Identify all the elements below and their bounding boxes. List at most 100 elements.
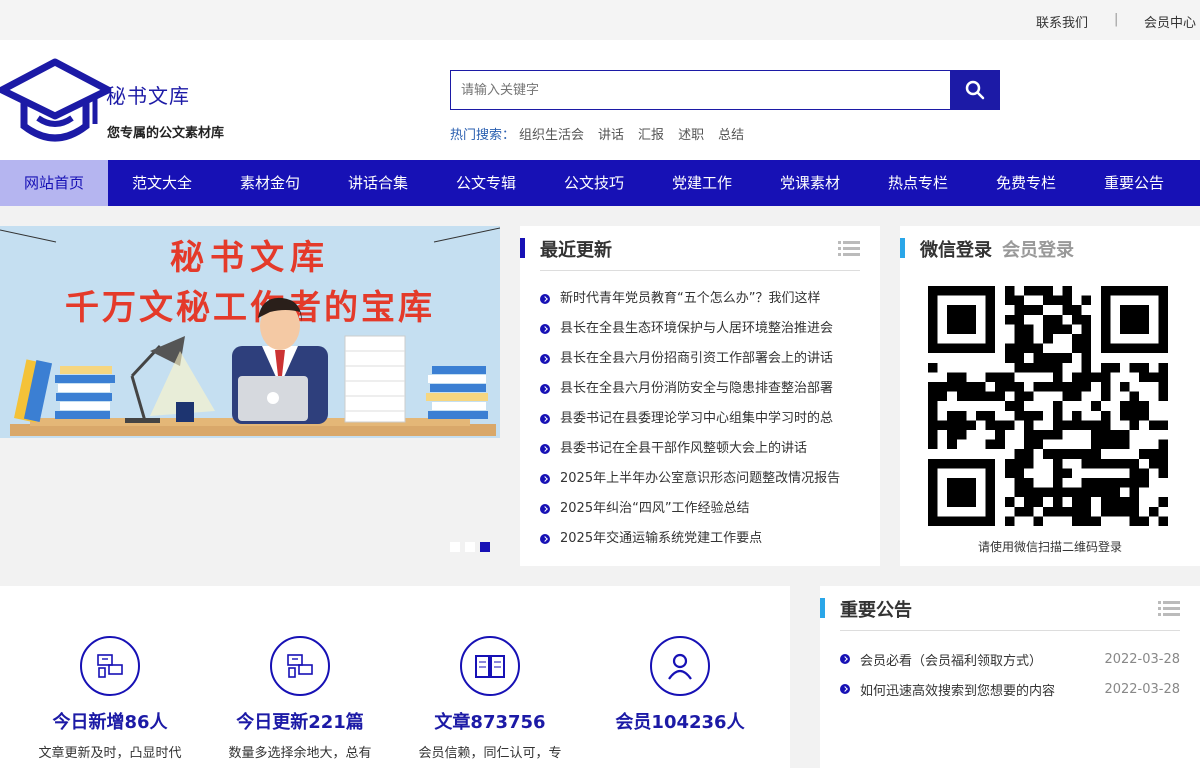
stat-desc: 数量多选择余地大，总有 bbox=[228, 746, 372, 761]
top-bar: 联系我们 | 会员中心 bbox=[0, 0, 1200, 40]
recent-updates-list: 新时代青年党员教育“五个怎么办”？我们这样 县长在全县生态环境保护与人居环境整治… bbox=[540, 284, 860, 554]
list-item-title: 县委书记在全县干部作风整顿大会上的讲话 bbox=[560, 441, 808, 456]
arrow-circle-icon bbox=[540, 474, 550, 484]
list-icon[interactable] bbox=[838, 240, 860, 262]
pager-dot[interactable] bbox=[450, 542, 460, 552]
member-center-link[interactable]: 会员中心 bbox=[1144, 12, 1196, 31]
notice-item[interactable]: 会员必看（会员福利领取方式） 2022-03-28 bbox=[840, 644, 1180, 674]
stat-card: 今日新增86人 文章更新及时，凸显时代 bbox=[15, 636, 205, 761]
separator: | bbox=[1114, 12, 1119, 27]
notice-panel: 重要公告 会员必看（会员福利领取方式） 2022-03-28 如何迅速高效搜索到… bbox=[820, 586, 1200, 768]
list-item[interactable]: 新时代青年党员教育“五个怎么办”？我们这样 bbox=[540, 284, 860, 314]
arrow-circle-icon bbox=[540, 444, 550, 454]
nav-item-party-work[interactable]: 党建工作 bbox=[648, 160, 756, 206]
arrow-circle-icon bbox=[540, 354, 550, 364]
notice-item-title: 会员必看（会员福利领取方式） bbox=[860, 653, 1043, 669]
login-panel: 微信登录 会员登录 请使用微信扫描二维码登录 bbox=[900, 226, 1200, 566]
hot-keyword[interactable]: 讲话 bbox=[598, 124, 624, 143]
stat-card: 文章873756 会员信赖，同仁认可，专 bbox=[395, 636, 585, 761]
notice-item-title: 如何迅速高效搜索到您想要的内容 bbox=[860, 683, 1056, 699]
recent-updates-panel: 最近更新 新时代青年党员教育“五个怎么办”？我们这样 县长在全县生态环境保护与人… bbox=[520, 226, 880, 566]
header: 秘书文库 您专属的公文素材库 热门搜索： 组织生活会 讲话 汇报 述职 总结 bbox=[0, 40, 1200, 160]
arrow-circle-icon bbox=[840, 654, 850, 664]
list-item[interactable]: 县长在全县六月份招商引资工作部署会上的讲话 bbox=[540, 344, 860, 374]
arrow-circle-icon bbox=[540, 504, 550, 514]
panel-accent-bar bbox=[820, 598, 825, 618]
stat-desc: 文章更新及时，凸显时代 bbox=[38, 746, 182, 761]
arrow-circle-icon bbox=[540, 414, 550, 424]
list-item[interactable]: 县委书记在全县干部作风整顿大会上的讲话 bbox=[540, 434, 860, 464]
list-icon[interactable] bbox=[1158, 600, 1180, 622]
divider bbox=[540, 270, 860, 271]
panel-accent-bar bbox=[520, 238, 525, 258]
nav-item-essays[interactable]: 范文大全 bbox=[108, 160, 216, 206]
pager-dot-active[interactable] bbox=[480, 542, 490, 552]
list-item-title: 2025年上半年办公室意识形态问题整改情况报告 bbox=[560, 471, 841, 486]
stat-number: 今日新增86人 bbox=[52, 712, 168, 733]
hot-keyword[interactable]: 汇报 bbox=[638, 124, 664, 143]
qr-code bbox=[928, 286, 1168, 526]
list-item-title: 2025年纠治“四风”工作经验总结 bbox=[560, 501, 750, 516]
search-input[interactable] bbox=[450, 70, 951, 110]
notice-item-date: 2022-03-28 bbox=[1104, 681, 1180, 697]
nav-item-speeches[interactable]: 讲话合集 bbox=[324, 160, 432, 206]
list-item-title: 2025年交通运输系统党建工作要点 bbox=[560, 531, 763, 546]
list-item-title: 县长在全县生态环境保护与人居环境整治推进会 bbox=[560, 321, 834, 336]
graduation-cap-icon bbox=[0, 58, 110, 142]
banner-illustration bbox=[0, 227, 500, 436]
stat-number: 文章873756 bbox=[434, 712, 546, 733]
list-item[interactable]: 县委书记在县委理论学习中心组集中学习时的总 bbox=[540, 404, 860, 434]
main-nav: 网站首页 范文大全 素材金句 讲话合集 公文专辑 公文技巧 党建工作 党课素材 … bbox=[0, 160, 1200, 206]
list-item[interactable]: 县长在全县生态环境保护与人居环境整治推进会 bbox=[540, 314, 860, 344]
nav-item-free[interactable]: 免费专栏 bbox=[972, 160, 1080, 206]
nav-item-home[interactable]: 网站首页 bbox=[0, 160, 108, 206]
logo-subtitle: 您专属的公文素材库 bbox=[107, 126, 225, 141]
nav-item-doc-tips[interactable]: 公文技巧 bbox=[540, 160, 648, 206]
stat-desc: 会员信赖，同仁认可，专 bbox=[418, 746, 562, 761]
recent-updates-title: 最近更新 bbox=[540, 240, 612, 261]
hot-keyword[interactable]: 总结 bbox=[718, 124, 744, 143]
list-item[interactable]: 2025年上半年办公室意识形态问题整改情况报告 bbox=[540, 464, 860, 494]
search-box bbox=[450, 70, 1000, 110]
notice-title: 重要公告 bbox=[840, 600, 912, 621]
hot-search-label: 热门搜索： bbox=[450, 128, 516, 143]
search-button[interactable] bbox=[950, 70, 1000, 110]
monitor-devices-icon bbox=[80, 636, 140, 696]
pager-dot[interactable] bbox=[465, 542, 475, 552]
notice-list: 会员必看（会员福利领取方式） 2022-03-28 如何迅速高效搜索到您想要的内… bbox=[840, 644, 1180, 704]
list-item-title: 县委书记在县委理论学习中心组集中学习时的总 bbox=[560, 411, 834, 426]
nav-item-party-lessons[interactable]: 党课素材 bbox=[756, 160, 864, 206]
arrow-circle-icon bbox=[540, 384, 550, 394]
stat-number: 今日更新221篇 bbox=[236, 712, 364, 733]
stat-number: 会员104236人 bbox=[615, 712, 745, 733]
nav-item-hot-topics[interactable]: 热点专栏 bbox=[864, 160, 972, 206]
stat-card: 今日更新221篇 数量多选择余地大，总有 bbox=[205, 636, 395, 761]
banner-slide[interactable]: 秘书文库 千万文秘工作者的宝库 bbox=[0, 226, 500, 438]
book-icon bbox=[460, 636, 520, 696]
nav-item-notices[interactable]: 重要公告 bbox=[1080, 160, 1188, 206]
list-item-title: 新时代青年党员教育“五个怎么办”？我们这样 bbox=[560, 291, 821, 306]
notice-item[interactable]: 如何迅速高效搜索到您想要的内容 2022-03-28 bbox=[840, 674, 1180, 704]
monitor-devices-icon bbox=[270, 636, 330, 696]
logo-title: 秘书文库 bbox=[106, 84, 190, 108]
list-item-title: 县长在全县六月份招商引资工作部署会上的讲话 bbox=[560, 351, 834, 366]
divider bbox=[840, 630, 1180, 631]
nav-item-doc-albums[interactable]: 公文专辑 bbox=[432, 160, 540, 206]
list-item-title: 县长在全县六月份消防安全与隐患排查整治部署 bbox=[560, 381, 834, 396]
qr-hint: 请使用微信扫描二维码登录 bbox=[977, 540, 1122, 554]
logo[interactable]: 秘书文库 您专属的公文素材库 bbox=[0, 58, 250, 144]
user-icon bbox=[650, 636, 710, 696]
tab-member-login[interactable]: 会员登录 bbox=[1002, 236, 1074, 262]
hot-keyword[interactable]: 述职 bbox=[678, 124, 704, 143]
search-icon bbox=[965, 80, 985, 100]
tab-wechat-login[interactable]: 微信登录 bbox=[920, 236, 992, 262]
hot-keyword[interactable]: 组织生活会 bbox=[519, 124, 584, 143]
panel-accent-bar bbox=[900, 238, 905, 258]
list-item[interactable]: 2025年纠治“四风”工作经验总结 bbox=[540, 494, 860, 524]
arrow-circle-icon bbox=[540, 324, 550, 334]
contact-link[interactable]: 联系我们 bbox=[1036, 12, 1088, 31]
list-item[interactable]: 2025年交通运输系统党建工作要点 bbox=[540, 524, 860, 554]
arrow-circle-icon bbox=[540, 294, 550, 304]
nav-item-quotes[interactable]: 素材金句 bbox=[216, 160, 324, 206]
list-item[interactable]: 县长在全县六月份消防安全与隐患排查整治部署 bbox=[540, 374, 860, 404]
